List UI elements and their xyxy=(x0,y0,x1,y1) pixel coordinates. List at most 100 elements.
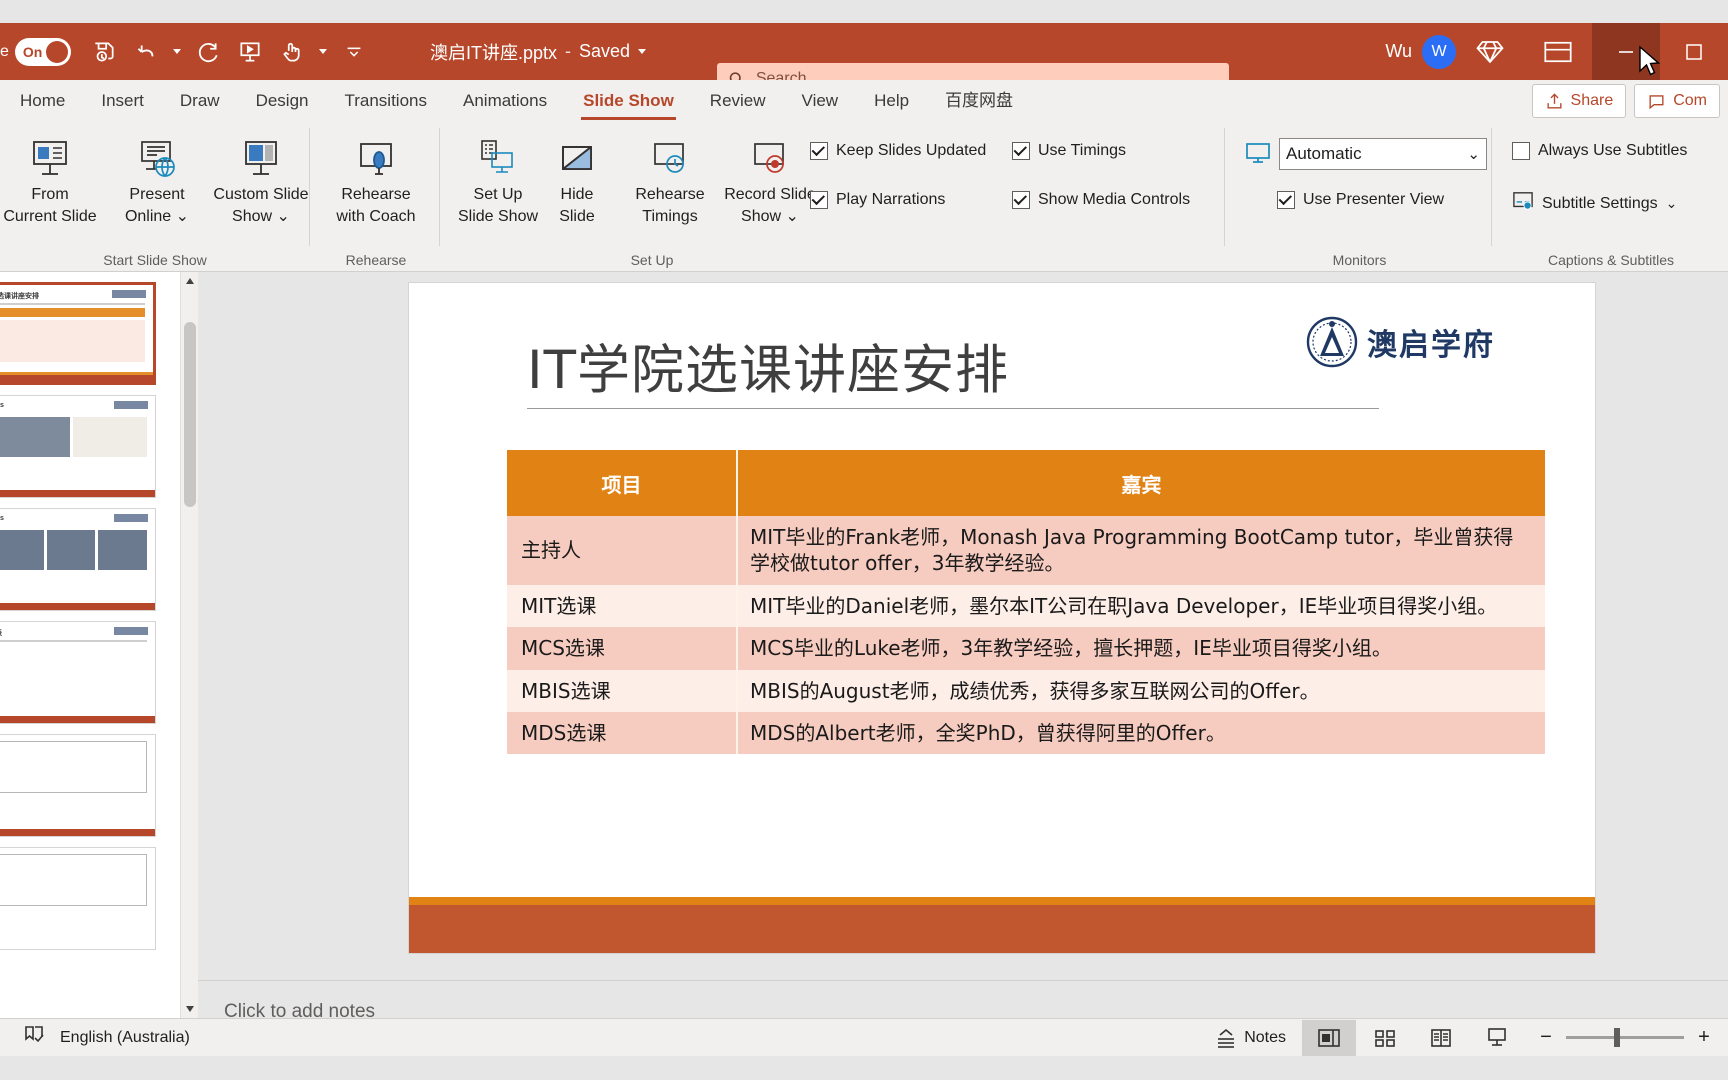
tab-transitions[interactable]: Transitions xyxy=(326,82,445,120)
table-row[interactable]: MCS选课 MCS毕业的Luke老师，3年教学经验，擅长押题，IE毕业项目得奖小… xyxy=(507,627,1545,670)
zoom-control[interactable]: − + xyxy=(1526,1026,1714,1049)
diamond-icon[interactable] xyxy=(1456,23,1524,80)
thumb-rule xyxy=(0,640,147,642)
zoom-slider[interactable] xyxy=(1566,1028,1684,1047)
share-button[interactable]: Share xyxy=(1531,84,1627,118)
zoom-in-button[interactable]: + xyxy=(1694,1026,1714,1049)
proofing-icon[interactable] xyxy=(22,1024,46,1051)
notes-toggle-button[interactable]: Notes xyxy=(1201,1028,1300,1048)
slide-show-icon xyxy=(1488,1027,1506,1046)
checkbox-use-timings[interactable]: Use Timings xyxy=(1012,142,1126,160)
tab-review[interactable]: Review xyxy=(692,82,784,120)
custom-slide-show-button[interactable]: Custom Slide Show ⌄ xyxy=(202,126,320,228)
tab-slide-show[interactable]: Slide Show xyxy=(565,82,692,120)
subtitle-settings-button[interactable]: Subtitle Settings ⌄ xyxy=(1512,191,1677,216)
table-cell-guest: MIT毕业的Frank老师，Monash Java Programming Bo… xyxy=(737,516,1545,585)
view-reading-button[interactable] xyxy=(1414,1020,1468,1056)
slide-thumbnail-5[interactable] xyxy=(0,734,156,837)
custom-slide-show-line1: Custom Slide xyxy=(213,186,309,203)
thumb-logo xyxy=(114,401,148,409)
title-dropdown-icon[interactable] xyxy=(638,49,647,54)
checkbox-box[interactable] xyxy=(1012,191,1030,209)
rehearse-timings-button[interactable]: Rehearse Timings xyxy=(620,126,720,228)
view-slide-show-button[interactable] xyxy=(1470,1020,1524,1056)
current-slide[interactable]: IT学院选课讲座安排 澳启学府 项目 嘉宾 主持人 MIT毕业的Frank老师，… xyxy=(409,283,1595,953)
checkbox-keep-slides-updated[interactable]: Keep Slides Updated xyxy=(810,142,986,160)
slide-thumbnail-pane[interactable]: 选课讲座安排 Us Us xyxy=(0,272,180,1018)
checkbox-show-media-controls[interactable]: Show Media Controls xyxy=(1012,191,1190,209)
from-current-slide-button[interactable]: From Current Slide xyxy=(0,126,102,228)
powerpoint-window: e On 澳启IT讲座.pptx - Saved Search Wu W Hom… xyxy=(0,0,1728,1080)
tab-view[interactable]: View xyxy=(784,82,857,120)
slide-thumbnail-3[interactable]: Us xyxy=(0,508,156,611)
touch-mode-icon[interactable] xyxy=(273,33,311,71)
tab-home[interactable]: Home xyxy=(2,82,83,120)
table-cell-guest: MCS毕业的Luke老师，3年教学经验，擅长押题，IE毕业项目得奖小组。 xyxy=(737,627,1545,670)
table-row[interactable]: MIT选课 MIT毕业的Daniel老师，墨尔本IT公司在职Java Devel… xyxy=(507,584,1545,628)
zoom-slider-knob[interactable] xyxy=(1614,1028,1620,1047)
group-label-captions-subtitles: Captions & Subtitles xyxy=(1547,252,1675,268)
comments-button[interactable]: Com xyxy=(1634,84,1720,118)
hide-slide-button[interactable]: Hide Slide xyxy=(540,126,614,228)
checkbox-box[interactable] xyxy=(810,142,828,160)
touch-dropdown-icon[interactable] xyxy=(315,33,331,71)
save-icon[interactable] xyxy=(85,33,123,71)
rehearse-with-coach-button[interactable]: Rehearse with Coach xyxy=(320,126,432,228)
view-normal-button[interactable] xyxy=(1302,1019,1356,1056)
record-slide-show-icon xyxy=(746,126,794,184)
group-separator xyxy=(439,128,440,246)
tab-help[interactable]: Help xyxy=(856,82,927,120)
thumbnail-scrollbar[interactable] xyxy=(180,272,199,1018)
thumb-images xyxy=(0,530,148,570)
undo-dropdown-icon[interactable] xyxy=(169,33,185,71)
chevron-down-icon[interactable]: ⌄ xyxy=(1467,145,1480,163)
document-title-area[interactable]: 澳启IT讲座.pptx - Saved xyxy=(430,23,647,80)
checkbox-box[interactable] xyxy=(1277,191,1295,209)
thumb-logo xyxy=(114,514,148,522)
scroll-down-icon[interactable] xyxy=(181,1000,199,1018)
reading-view-icon xyxy=(1431,1028,1451,1047)
slide-canvas[interactable]: IT学院选课讲座安排 澳启学府 项目 嘉宾 主持人 MIT毕业的Frank老师，… xyxy=(198,272,1728,1018)
slide-title[interactable]: IT学院选课讲座安排 xyxy=(527,328,1009,404)
slide-thumbnail-1[interactable]: 选课讲座安排 xyxy=(0,282,156,385)
tab-design[interactable]: Design xyxy=(238,82,327,120)
scrollbar-thumb[interactable] xyxy=(184,322,196,507)
table-row[interactable]: 主持人 MIT毕业的Frank老师，Monash Java Programmin… xyxy=(507,516,1545,585)
tab-insert[interactable]: Insert xyxy=(83,82,162,120)
checkbox-play-narrations[interactable]: Play Narrations xyxy=(810,191,945,209)
autosave-switch[interactable]: On xyxy=(14,37,71,66)
slide-thumbnail-6[interactable] xyxy=(0,847,156,950)
autosave-toggle[interactable]: e On xyxy=(0,37,71,66)
slide-thumbnail-2[interactable]: Us xyxy=(0,395,156,498)
redo-icon[interactable] xyxy=(189,33,227,71)
language-status[interactable]: English (Australia) xyxy=(60,1029,190,1047)
present-online-button[interactable]: Present Online ⌄ xyxy=(105,126,209,228)
tab-baidu-netdisk[interactable]: 百度网盘 xyxy=(927,82,1031,120)
undo-icon[interactable] xyxy=(127,33,165,71)
scroll-up-icon[interactable] xyxy=(181,272,199,290)
checkbox-use-presenter-view[interactable]: Use Presenter View xyxy=(1277,191,1444,209)
present-online-dropdown-icon: ⌄ xyxy=(175,208,190,225)
customize-qat-icon[interactable] xyxy=(335,33,373,71)
table-row[interactable]: MDS选课 MDS的Albert老师，全奖PhD，曾获得阿里的Offer。 xyxy=(507,711,1545,755)
checkbox-box[interactable] xyxy=(1012,142,1030,160)
table-row[interactable]: MBIS选课 MBIS的August老师，成绩优秀，获得多家互联网公司的Offe… xyxy=(507,669,1545,712)
slide-thumbnail-4[interactable]: 表 xyxy=(0,621,156,724)
maximize-icon[interactable] xyxy=(1660,23,1728,80)
subtitle-settings-dropdown-icon[interactable]: ⌄ xyxy=(1666,195,1678,212)
ribbon-group-monitors: Automatic ⌄ Use Presenter View Monitors xyxy=(1227,120,1492,272)
monitor-select[interactable]: Automatic ⌄ xyxy=(1279,138,1487,170)
tab-draw[interactable]: Draw xyxy=(162,82,238,120)
slide-footer-bar xyxy=(409,905,1595,953)
tab-animations[interactable]: Animations xyxy=(445,82,565,120)
avatar[interactable]: W xyxy=(1422,34,1456,69)
zoom-out-button[interactable]: − xyxy=(1536,1026,1556,1049)
checkbox-box[interactable] xyxy=(810,191,828,209)
slide-table[interactable]: 项目 嘉宾 主持人 MIT毕业的Frank老师，Monash Java Prog… xyxy=(507,450,1545,755)
ribbon-display-options-icon[interactable] xyxy=(1524,23,1592,80)
checkbox-box[interactable] xyxy=(1512,142,1530,160)
view-slide-sorter-button[interactable] xyxy=(1358,1020,1412,1056)
start-slideshow-icon[interactable] xyxy=(231,33,269,71)
checkbox-always-use-subtitles[interactable]: Always Use Subtitles xyxy=(1512,142,1687,160)
set-up-slide-show-button[interactable]: Set Up Slide Show xyxy=(448,126,548,228)
